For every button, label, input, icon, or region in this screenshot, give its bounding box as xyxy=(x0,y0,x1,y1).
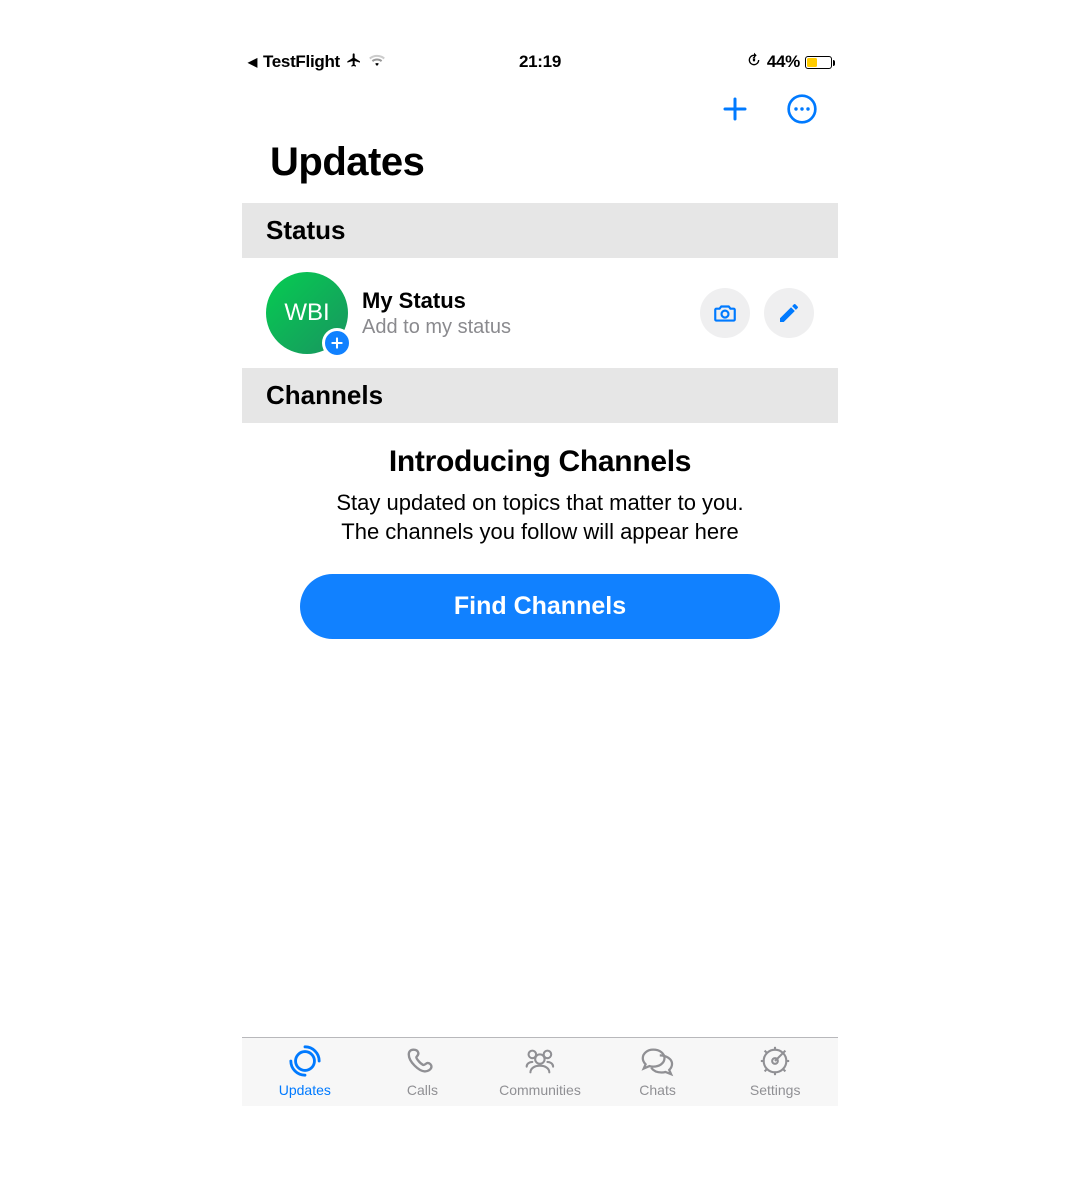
tab-calls[interactable]: Calls xyxy=(364,1044,482,1098)
battery-icon xyxy=(805,56,832,69)
updates-icon xyxy=(288,1044,322,1078)
my-status-row[interactable]: WBI My Status Add to my status xyxy=(242,258,838,368)
camera-icon xyxy=(712,300,738,326)
channels-intro-body: Stay updated on topics that matter to yo… xyxy=(272,489,808,546)
tab-settings[interactable]: Settings xyxy=(716,1044,834,1098)
status-text-button[interactable] xyxy=(764,288,814,338)
compose-button[interactable] xyxy=(720,94,750,124)
tab-label: Chats xyxy=(639,1082,676,1098)
my-status-subtitle: Add to my status xyxy=(362,316,686,339)
page-title: Updates xyxy=(242,140,838,203)
status-section-header: Status xyxy=(242,203,838,258)
tab-label: Communities xyxy=(499,1082,581,1098)
my-status-avatar: WBI xyxy=(266,272,348,354)
nav-actions xyxy=(242,76,838,134)
tab-bar: Updates Calls Communities Chats xyxy=(242,1037,838,1106)
ios-status-bar: ◀ TestFlight 21:19 44% xyxy=(242,48,838,76)
find-channels-button[interactable]: Find Channels xyxy=(300,574,780,639)
channels-section-header: Channels xyxy=(242,368,838,423)
orientation-lock-icon xyxy=(746,52,762,73)
tab-communities[interactable]: Communities xyxy=(481,1044,599,1098)
app-screen: ◀ TestFlight 21:19 44% xyxy=(242,48,838,1106)
gear-icon xyxy=(758,1044,792,1078)
communities-icon xyxy=(521,1044,559,1078)
tab-chats[interactable]: Chats xyxy=(599,1044,717,1098)
my-status-text: My Status Add to my status xyxy=(362,288,686,339)
plus-icon xyxy=(330,336,344,350)
tab-label: Calls xyxy=(407,1082,438,1098)
battery-percent: 44% xyxy=(767,52,800,72)
add-status-badge xyxy=(322,328,352,358)
tab-updates[interactable]: Updates xyxy=(246,1044,364,1098)
tab-label: Settings xyxy=(750,1082,801,1098)
avatar-text: WBI xyxy=(284,299,329,327)
channels-intro-title: Introducing Channels xyxy=(272,445,808,479)
chats-icon xyxy=(639,1044,677,1078)
phone-icon xyxy=(405,1044,439,1078)
status-camera-button[interactable] xyxy=(700,288,750,338)
tab-label: Updates xyxy=(279,1082,331,1098)
more-horizontal-icon xyxy=(786,93,818,125)
plus-icon xyxy=(720,94,750,124)
channels-intro: Introducing Channels Stay updated on top… xyxy=(242,423,838,639)
more-button[interactable] xyxy=(786,93,818,125)
status-bar-right: 44% xyxy=(746,52,832,73)
pencil-icon xyxy=(777,301,801,325)
spacer xyxy=(242,639,838,1037)
my-status-title: My Status xyxy=(362,288,686,314)
